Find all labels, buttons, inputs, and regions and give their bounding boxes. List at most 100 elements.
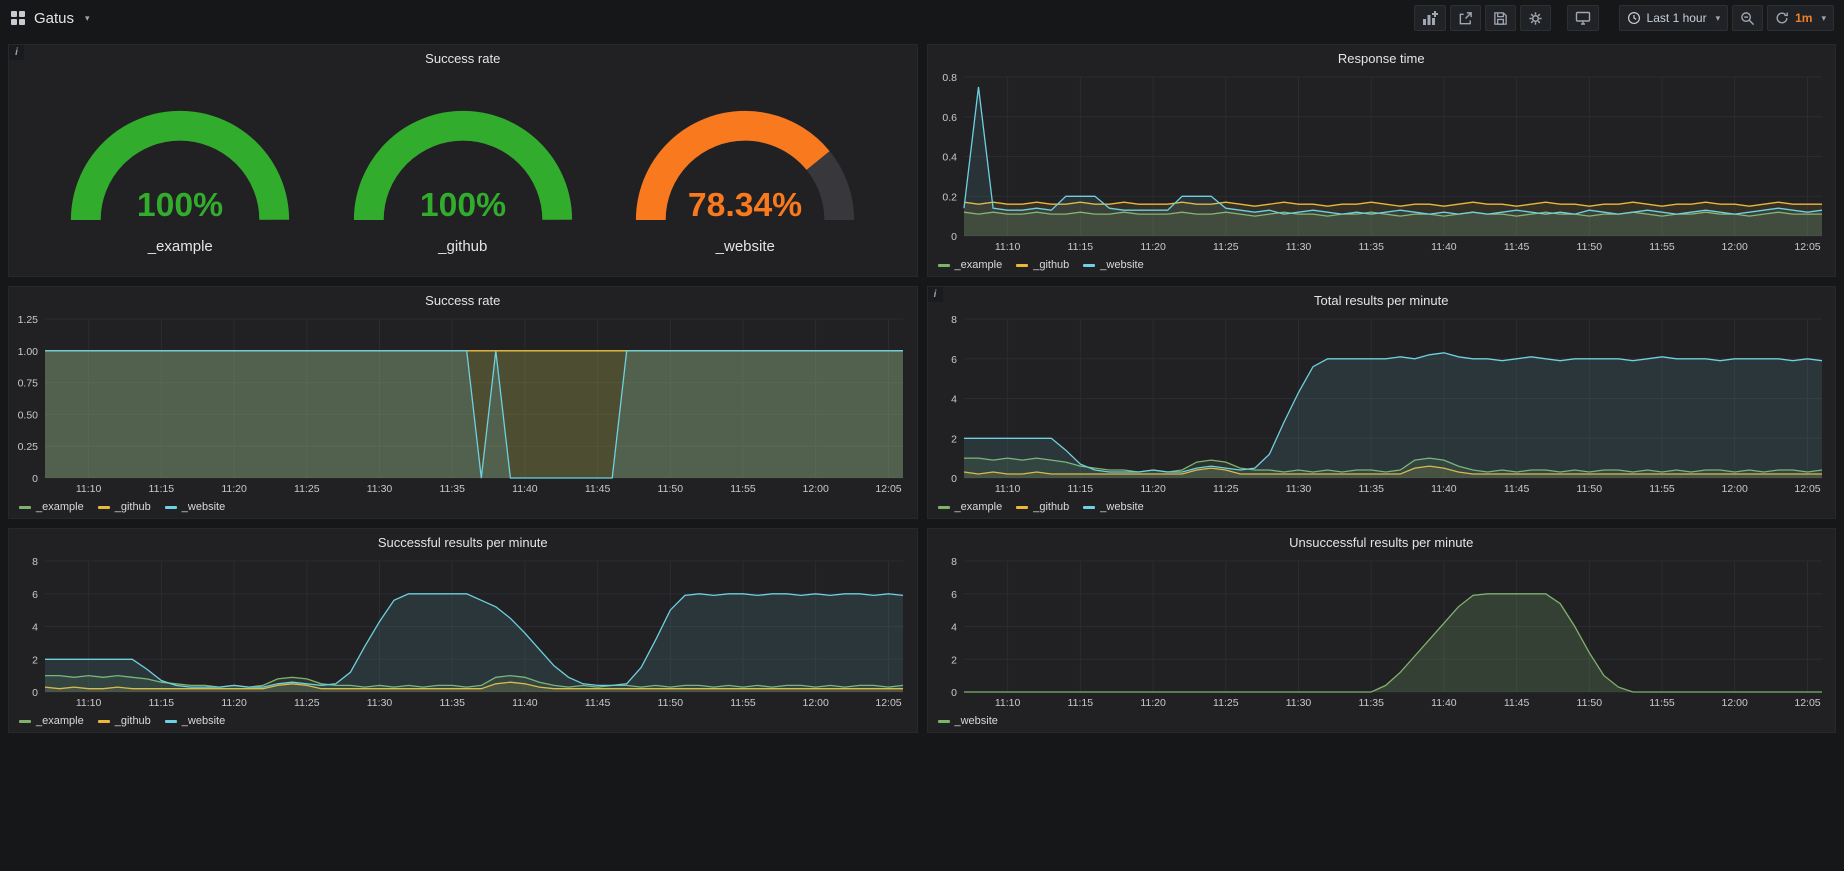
svg-text:11:45: 11:45 <box>1503 483 1529 495</box>
unsuccessful-results-chart[interactable]: 11:1011:1511:2011:2511:3011:3511:4011:45… <box>928 553 1836 710</box>
response-time-chart[interactable]: 11:1011:1511:2011:2511:3011:3511:4011:45… <box>928 69 1836 254</box>
svg-text:4: 4 <box>951 394 957 406</box>
svg-text:11:10: 11:10 <box>994 241 1020 253</box>
legend-item-_website[interactable]: _website <box>165 501 225 513</box>
legend-item-_website[interactable]: _website <box>165 715 225 727</box>
svg-text:12:05: 12:05 <box>875 697 901 709</box>
panel-title[interactable]: Success rate <box>9 45 917 69</box>
time-range-picker[interactable]: Last 1 hour ▾ <box>1619 5 1729 31</box>
svg-text:0: 0 <box>951 231 957 243</box>
panel-unsuccessful-results: Unsuccessful results per minute 11:10 11:… <box>927 528 1837 733</box>
svg-text:12:00: 12:00 <box>803 697 829 709</box>
svg-text:11:45: 11:45 <box>585 483 611 495</box>
legend-series-label: _website <box>1100 501 1143 513</box>
legend-item-_github[interactable]: _github <box>1016 501 1069 513</box>
legend-series-color-icon <box>165 720 177 723</box>
svg-text:0.2: 0.2 <box>942 191 957 203</box>
legend-item-_github[interactable]: _github <box>98 501 151 513</box>
chart-legend: _website <box>928 710 1836 732</box>
settings-button[interactable] <box>1520 5 1551 31</box>
panel-title[interactable]: Unsuccessful results per minute <box>928 529 1836 553</box>
legend-series-color-icon <box>19 506 31 509</box>
svg-text:12:05: 12:05 <box>1794 241 1820 253</box>
legend-series-color-icon <box>165 506 177 509</box>
chart-legend: _example _github _website <box>9 496 917 518</box>
svg-text:8: 8 <box>32 556 38 568</box>
svg-text:11:50: 11:50 <box>1576 241 1602 253</box>
svg-text:11:20: 11:20 <box>1140 483 1166 495</box>
legend-item-_github[interactable]: _github <box>1016 259 1069 271</box>
legend-item-_example[interactable]: _example <box>938 501 1003 513</box>
legend-item-_website[interactable]: _website <box>938 715 998 727</box>
svg-text:4: 4 <box>951 622 957 634</box>
panel-info-icon[interactable]: i <box>9 45 24 60</box>
tv-mode-button[interactable] <box>1567 5 1599 31</box>
svg-text:11:10: 11:10 <box>994 697 1020 709</box>
svg-text:11:50: 11:50 <box>1576 697 1602 709</box>
svg-text:11:10: 11:10 <box>76 483 102 495</box>
svg-text:11:15: 11:15 <box>1067 483 1093 495</box>
zoom-out-button[interactable] <box>1732 5 1763 31</box>
success-rate-chart[interactable]: 11:1011:1511:2011:2511:3011:3511:4011:45… <box>9 311 917 496</box>
svg-text:11:30: 11:30 <box>1285 483 1311 495</box>
dashboard-grid-icon[interactable] <box>10 10 26 26</box>
svg-text:8: 8 <box>951 556 957 568</box>
legend-series-color-icon <box>98 506 110 509</box>
svg-text:11:40: 11:40 <box>1431 697 1457 709</box>
svg-text:0.8: 0.8 <box>942 72 957 84</box>
gear-icon <box>1528 11 1543 26</box>
gauge-label: _example <box>148 238 213 255</box>
legend-series-label: _github <box>115 501 151 513</box>
chart-svg: 11:1011:1511:2011:2511:3011:3511:4011:45… <box>9 311 917 496</box>
svg-text:12:00: 12:00 <box>1721 697 1747 709</box>
svg-text:11:25: 11:25 <box>294 483 320 495</box>
panel-title[interactable]: Successful results per minute <box>9 529 917 553</box>
svg-text:11:30: 11:30 <box>367 483 393 495</box>
gauge-arc: 100% <box>344 87 582 236</box>
legend-series-label: _github <box>115 715 151 727</box>
refresh-interval-label: 1m <box>1795 11 1812 25</box>
gauge-row: 100%_example100%_github78.34%_website <box>9 69 917 276</box>
panel-title[interactable]: Total results per minute <box>928 287 1836 311</box>
svg-text:0.25: 0.25 <box>18 441 39 453</box>
time-range-label: Last 1 hour <box>1647 11 1707 25</box>
svg-text:1.00: 1.00 <box>18 346 39 358</box>
svg-text:11:35: 11:35 <box>1358 483 1384 495</box>
legend-item-_example[interactable]: _example <box>19 715 84 727</box>
legend-series-label: _example <box>36 501 84 513</box>
legend-series-color-icon <box>938 506 950 509</box>
svg-text:2: 2 <box>32 654 38 666</box>
panel-info-icon[interactable]: i <box>928 287 943 302</box>
panel-title[interactable]: Success rate <box>9 287 917 311</box>
add-panel-button[interactable] <box>1414 5 1446 31</box>
legend-item-_github[interactable]: _github <box>98 715 151 727</box>
gauge-value: 78.34% <box>688 186 802 224</box>
legend-item-_website[interactable]: _website <box>1083 501 1143 513</box>
legend-series-color-icon <box>1083 506 1095 509</box>
svg-text:11:40: 11:40 <box>512 483 538 495</box>
legend-series-label: _github <box>1033 259 1069 271</box>
svg-text:11:35: 11:35 <box>439 697 465 709</box>
refresh-caret-icon: ▾ <box>1821 13 1826 24</box>
legend-item-_website[interactable]: _website <box>1083 259 1143 271</box>
svg-text:1.25: 1.25 <box>18 314 39 326</box>
svg-text:2: 2 <box>951 654 957 666</box>
svg-text:12:00: 12:00 <box>1721 241 1747 253</box>
save-button[interactable] <box>1485 5 1516 31</box>
chart-svg: 11:1011:1511:2011:2511:3011:3511:4011:45… <box>928 311 1836 496</box>
share-button[interactable] <box>1450 5 1481 31</box>
time-range-caret-icon: ▾ <box>1716 13 1721 24</box>
panel-successful-results: Successful results per minute 11:1011:15… <box>8 528 918 733</box>
dashboard-grid: i Success rate 100%_example100%_github78… <box>0 36 1844 741</box>
legend-item-_example[interactable]: _example <box>938 259 1003 271</box>
dashboard-title[interactable]: Gatus <box>34 10 74 27</box>
svg-text:11:45: 11:45 <box>1503 697 1529 709</box>
panel-title[interactable]: Response time <box>928 45 1836 69</box>
refresh-button[interactable]: 1m ▾ <box>1767 5 1834 31</box>
legend-item-_example[interactable]: _example <box>19 501 84 513</box>
navbar: Gatus ▾ Last 1 hour ▾ 1m ▾ <box>0 0 1844 36</box>
total-results-chart[interactable]: 11:1011:1511:2011:2511:3011:3511:4011:45… <box>928 311 1836 496</box>
chart-legend: _example _github _website <box>928 254 1836 276</box>
svg-text:11:35: 11:35 <box>1358 697 1384 709</box>
successful-results-chart[interactable]: 11:1011:1511:2011:2511:3011:3511:4011:45… <box>9 553 917 710</box>
